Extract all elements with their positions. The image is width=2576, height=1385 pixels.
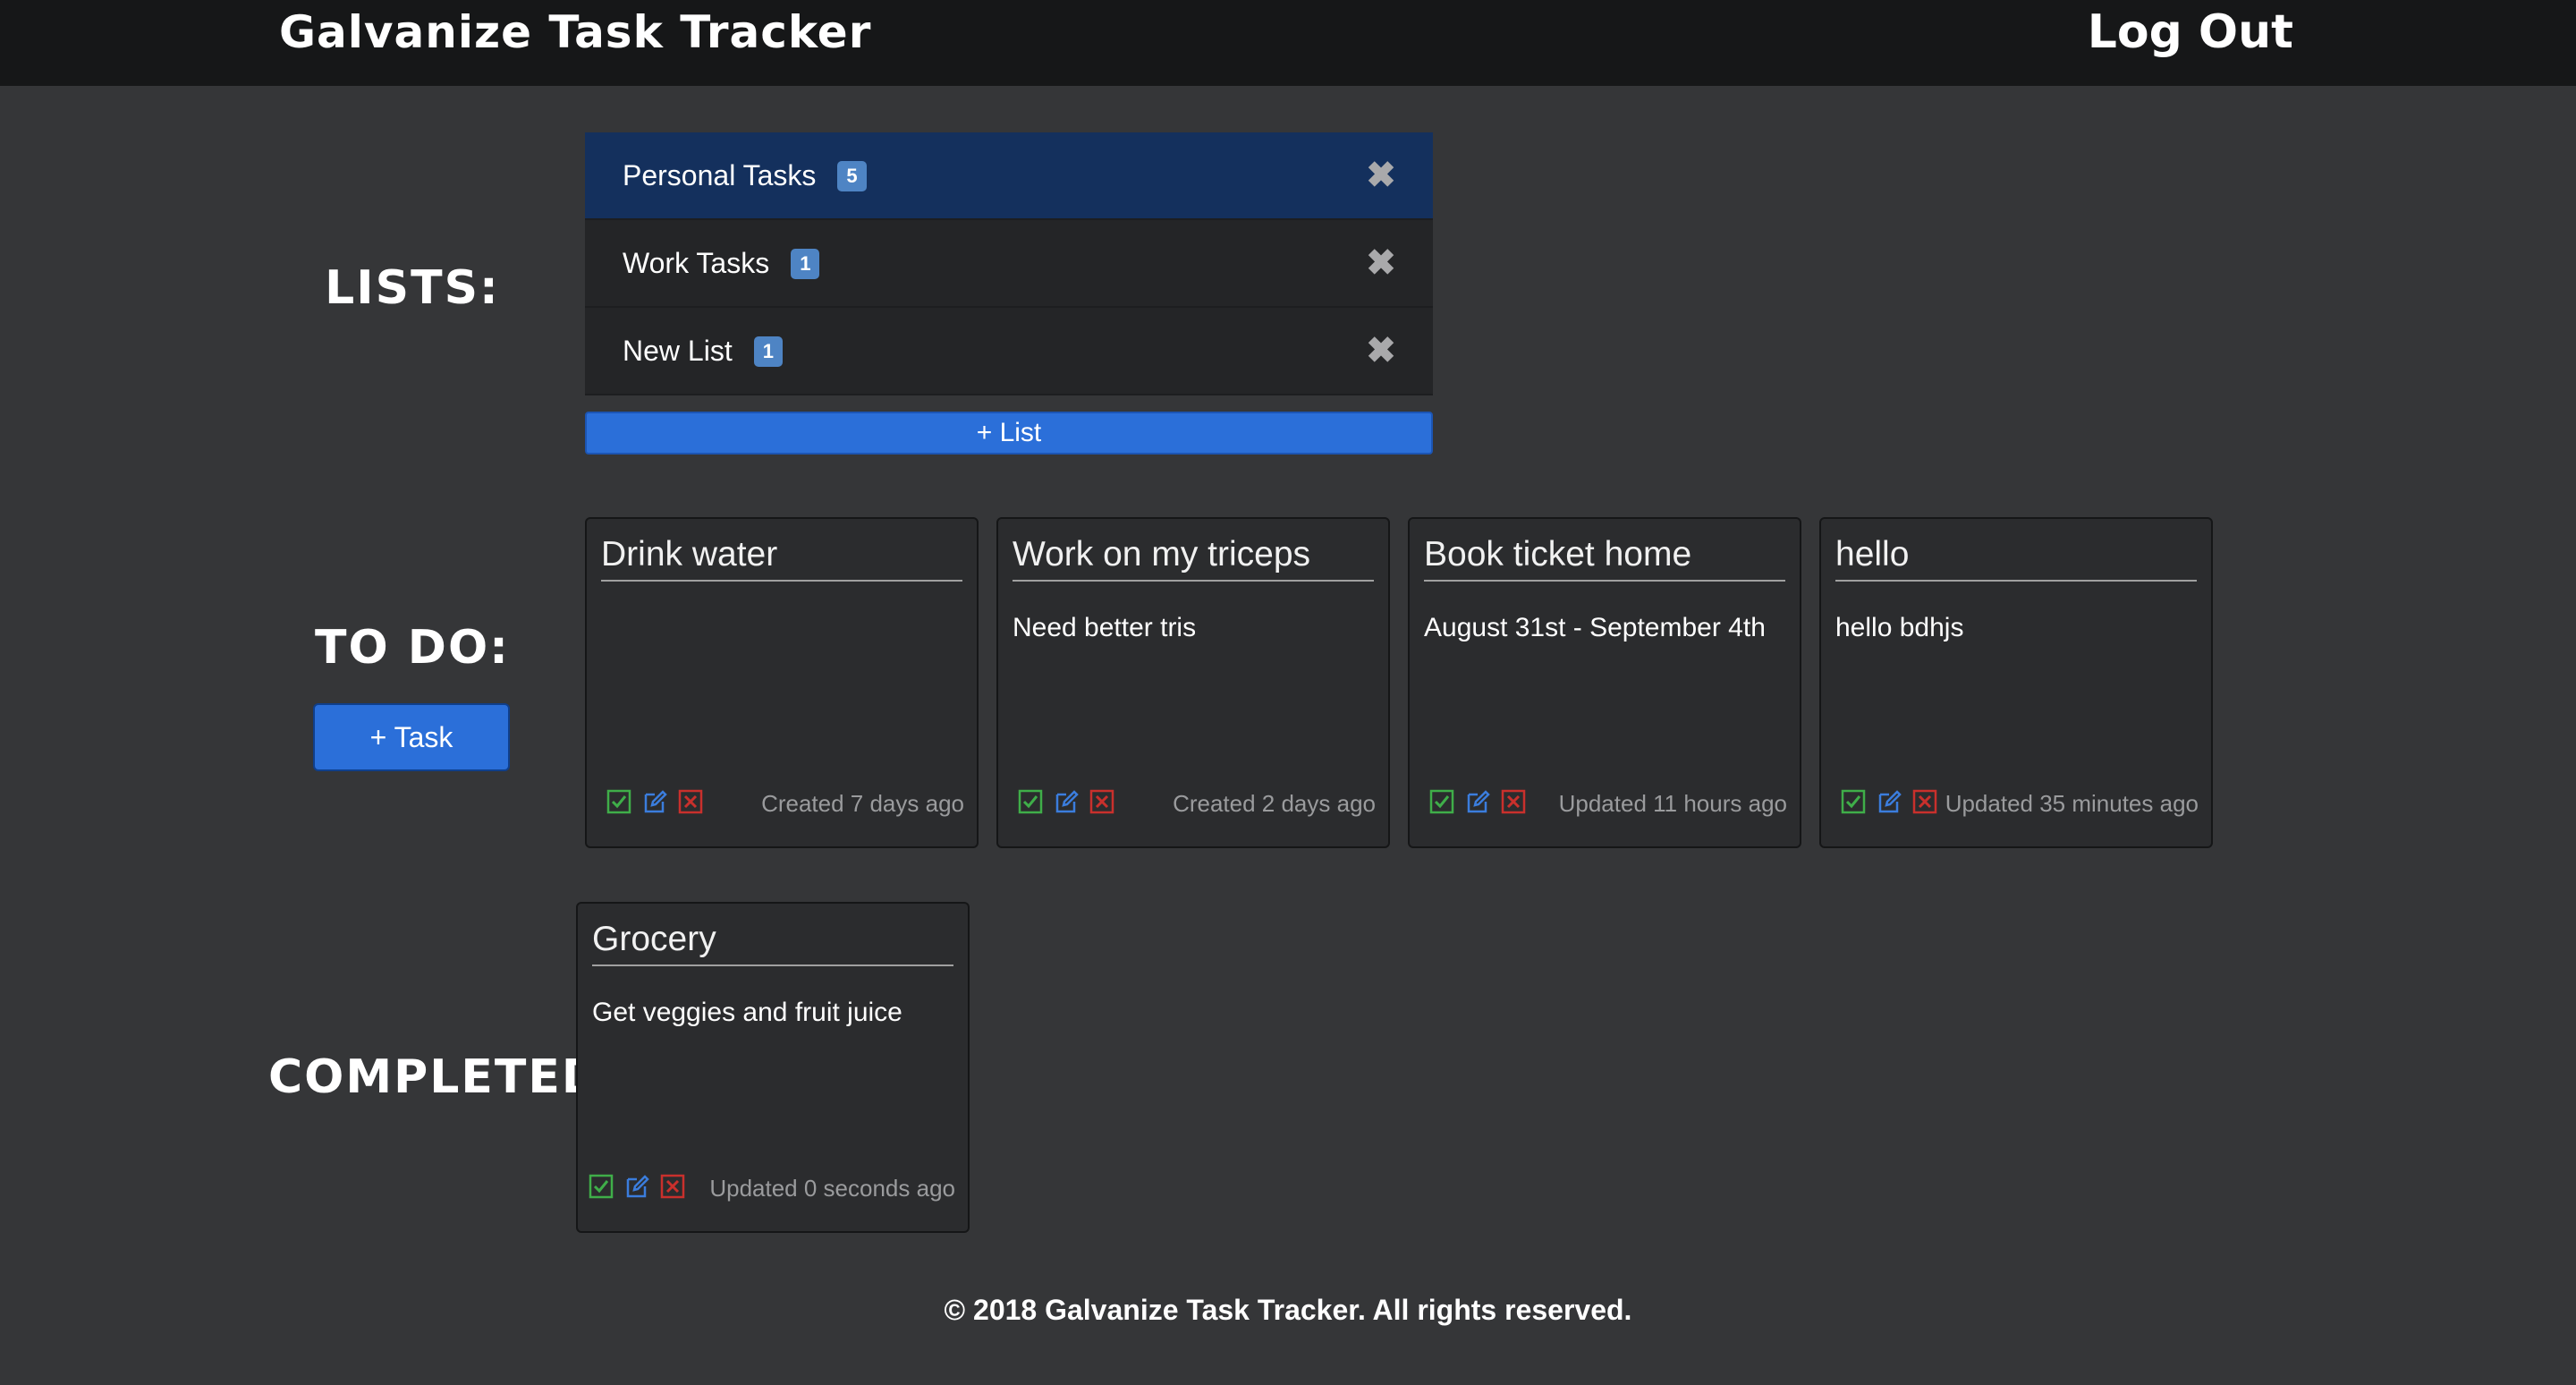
task-timestamp: Updated 11 hours ago <box>1558 790 1787 817</box>
task-timestamp: Created 2 days ago <box>1173 790 1376 817</box>
task-count-badge: 1 <box>753 336 783 367</box>
task-actions <box>589 1174 696 1202</box>
lists-heading: LISTS: <box>325 261 500 315</box>
list-item-label: Work Tasks 1 <box>623 220 820 306</box>
task-description: Need better tris <box>1013 613 1197 642</box>
footer-copyright: © 2018 Galvanize Task Tracker. All right… <box>944 1294 1632 1326</box>
complete-checkbox-icon[interactable] <box>1841 789 1866 814</box>
lists-panel: Personal Tasks 5 ✖ Work Tasks 1 ✖ New List… <box>585 132 1433 395</box>
list-name: Personal Tasks <box>623 159 817 191</box>
completed-heading: COMPLETED: <box>268 1050 623 1104</box>
complete-checkbox-icon[interactable] <box>1018 789 1043 814</box>
task-timestamp: Updated 35 minutes ago <box>1945 790 2199 817</box>
task-count-badge: 5 <box>837 160 867 191</box>
list-item-new-list[interactable]: New List 1 ✖ <box>585 308 1433 395</box>
delete-icon[interactable] <box>1501 789 1526 814</box>
task-actions <box>1841 789 1948 818</box>
list-name: New List <box>623 335 733 367</box>
edit-icon[interactable] <box>642 789 667 814</box>
task-title: Work on my triceps <box>1013 531 1374 582</box>
delete-list-icon[interactable]: ✖ <box>1363 333 1399 369</box>
todo-heading: TO DO: <box>315 621 510 675</box>
delete-list-icon[interactable]: ✖ <box>1363 245 1399 281</box>
edit-icon[interactable] <box>1465 789 1490 814</box>
edit-icon[interactable] <box>624 1174 649 1199</box>
list-item-personal-tasks[interactable]: Personal Tasks 5 ✖ <box>585 132 1433 220</box>
task-card: Work on my triceps Need better tris Crea… <box>996 517 1390 848</box>
list-item-work-tasks[interactable]: Work Tasks 1 ✖ <box>585 220 1433 308</box>
task-timestamp: Updated 0 seconds ago <box>709 1175 955 1202</box>
edit-icon[interactable] <box>1054 789 1079 814</box>
list-item-label: New List 1 <box>623 308 783 394</box>
task-description: hello bdhjs <box>1835 613 1964 642</box>
task-actions <box>1018 789 1125 818</box>
task-description: Get veggies and fruit juice <box>592 998 902 1027</box>
delete-icon[interactable] <box>1912 789 1937 814</box>
task-card: Drink water Created 7 days ago <box>585 517 979 848</box>
delete-icon[interactable] <box>660 1174 685 1199</box>
complete-checkbox-icon[interactable] <box>606 789 631 814</box>
completed-task-card: Grocery Get veggies and fruit juice Upda… <box>576 902 970 1233</box>
task-actions <box>606 789 714 818</box>
task-title: hello <box>1835 531 2197 582</box>
list-name: Work Tasks <box>623 247 770 279</box>
task-description: August 31st - September 4th <box>1424 613 1766 642</box>
delete-list-icon[interactable]: ✖ <box>1363 157 1399 193</box>
list-item-label: Personal Tasks 5 <box>623 132 867 218</box>
task-count-badge: 1 <box>791 248 820 279</box>
task-actions <box>1429 789 1537 818</box>
logout-button[interactable]: Log Out <box>2088 4 2293 61</box>
add-list-button[interactable]: + List <box>585 412 1433 455</box>
task-title: Drink water <box>601 531 962 582</box>
add-task-button[interactable]: + Task <box>313 703 510 771</box>
complete-checkbox-icon[interactable] <box>589 1174 614 1199</box>
edit-icon[interactable] <box>1877 789 1902 814</box>
delete-icon[interactable] <box>678 789 703 814</box>
task-timestamp: Created 7 days ago <box>761 790 964 817</box>
complete-checkbox-icon[interactable] <box>1429 789 1454 814</box>
task-card: Book ticket home August 31st - September… <box>1408 517 1801 848</box>
brand-title[interactable]: Galvanize Task Tracker <box>279 4 871 61</box>
task-title: Book ticket home <box>1424 531 1785 582</box>
delete-icon[interactable] <box>1089 789 1114 814</box>
task-title: Grocery <box>592 916 953 966</box>
task-card: hello hello bdhjs Updated 35 minutes ago <box>1819 517 2213 848</box>
navbar: Galvanize Task Tracker Log Out <box>0 0 2576 86</box>
